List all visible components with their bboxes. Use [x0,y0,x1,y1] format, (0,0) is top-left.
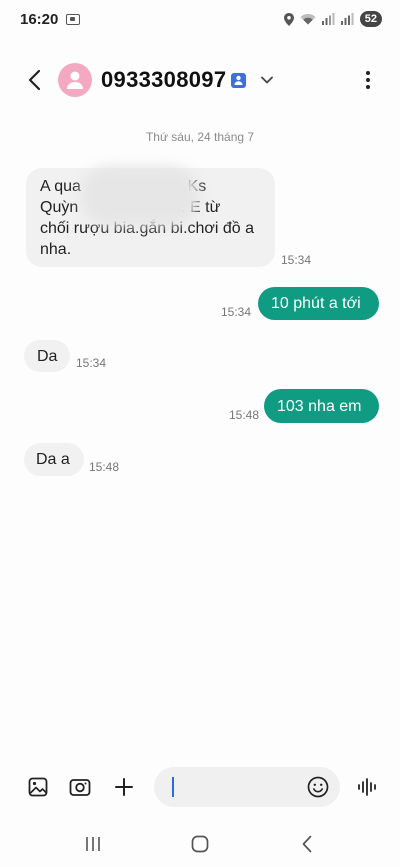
status-icons: 52 [283,11,382,27]
message-time: 15:34 [76,356,107,370]
chevron-down-icon [261,76,274,84]
date-divider: Thứ sáu, 24 tháng 7 [145,130,255,144]
message-input[interactable] [154,767,340,807]
message-time: 15:48 [229,408,260,422]
signal-icon-2 [340,13,354,25]
message-time: 15:34 [221,305,252,319]
conversation-header: 0933308097 [0,52,400,108]
text-cursor [172,777,174,797]
back-icon [302,835,311,852]
camera-icon [69,779,91,796]
recent-apps-icon [86,836,101,851]
message-incoming[interactable]: Da a [24,443,84,476]
contact-avatar[interactable] [58,63,92,97]
attach-button[interactable] [104,767,144,807]
contact-name[interactable]: 0933308097 [101,67,226,93]
location-icon [283,12,294,26]
back-arrow-icon [28,69,41,91]
battery-indicator: 52 [359,11,382,27]
message-time: 15:34 [281,253,312,267]
gallery-icon [28,777,48,797]
status-bar: 16:20 52 [0,0,400,38]
home-icon [191,835,209,852]
compose-bar [0,765,400,809]
back-button[interactable] [14,60,54,100]
signal-icon [321,13,335,25]
recent-apps-button[interactable] [73,824,113,864]
redaction-blur [80,166,200,226]
status-time: 16:20 [20,10,59,28]
camera-button[interactable] [60,767,100,807]
voice-icon [358,778,376,796]
message-outgoing[interactable]: 10 phút a tới [258,287,379,320]
emoji-icon [307,776,329,798]
person-icon [67,71,83,89]
system-navigation-bar [0,820,400,867]
message-time: 15:48 [89,460,120,474]
wifi-icon [300,13,316,25]
contact-card-icon [231,72,247,88]
more-vertical-icon [366,71,370,89]
message-outgoing[interactable]: 103 nha em [264,389,379,423]
emoji-button[interactable] [306,775,330,799]
voice-button[interactable] [348,767,388,807]
chevron-down-button[interactable] [256,69,278,91]
gallery-button[interactable] [18,767,58,807]
home-button[interactable] [180,824,220,864]
system-back-button[interactable] [287,824,327,864]
plus-icon [115,778,133,796]
screenshot-icon [66,13,81,25]
more-options-button[interactable] [356,64,380,96]
message-incoming[interactable]: Da [24,340,70,372]
